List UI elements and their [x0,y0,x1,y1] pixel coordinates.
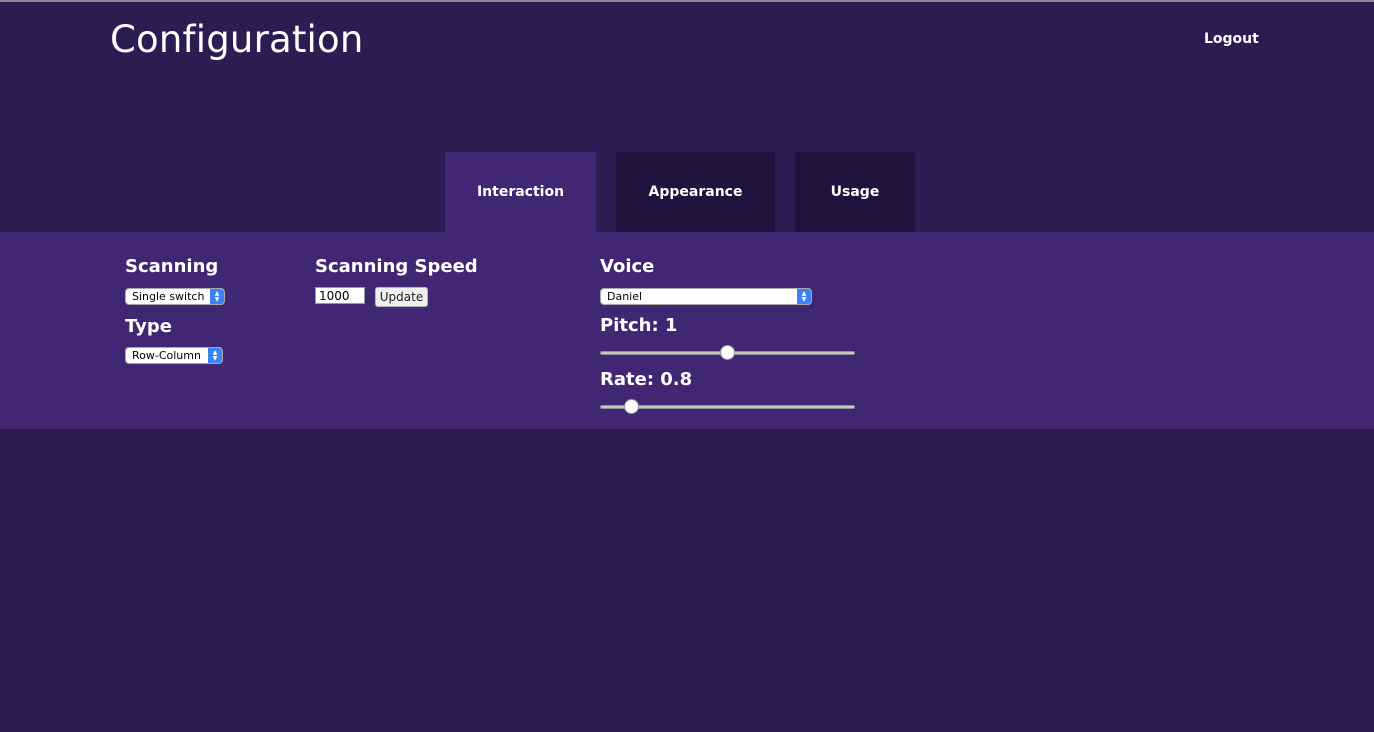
scanning-select-value: Single switch [132,290,205,303]
scanning-label: Scanning [125,256,219,277]
type-select-value: Row-Column [132,349,201,362]
chevron-up-down-icon: ▲ ▼ [210,289,224,304]
scanning-select[interactable]: Single switch ▲ ▼ [125,288,225,305]
chevron-up-down-icon: ▲ ▼ [797,289,811,304]
rate-slider[interactable] [600,399,855,415]
scanning-speed-label: Scanning Speed [315,256,478,277]
rate-slider-thumb[interactable] [624,399,639,414]
tab-appearance[interactable]: Appearance [616,152,775,232]
voice-select-value: Daniel [607,290,643,303]
voice-select[interactable]: Daniel ▲ ▼ [600,288,812,305]
top-border [0,0,1374,2]
logout-link[interactable]: Logout [1204,31,1259,47]
pitch-slider-thumb[interactable] [720,345,735,360]
chevron-up-down-icon: ▲ ▼ [208,348,222,363]
pitch-slider[interactable] [600,345,855,361]
scanning-speed-input[interactable] [315,287,365,304]
tab-interaction[interactable]: Interaction [445,152,596,232]
type-label: Type [125,316,172,337]
update-button[interactable]: Update [375,287,428,307]
rate-label: Rate: 0.8 [600,369,693,390]
page-title: Configuration [110,18,364,61]
type-select[interactable]: Row-Column ▲ ▼ [125,347,223,364]
voice-label: Voice [600,256,655,277]
pitch-label: Pitch: 1 [600,315,678,336]
tab-usage[interactable]: Usage [795,152,915,232]
